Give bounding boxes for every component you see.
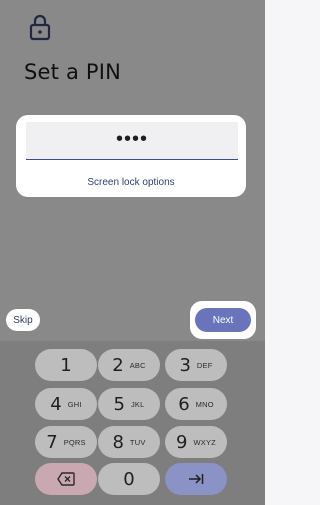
backspace-key[interactable] xyxy=(35,463,97,495)
key-4[interactable]: 4 GHI xyxy=(35,388,97,420)
key-8[interactable]: 8 TUV xyxy=(98,426,160,458)
screen-lock-options-button[interactable]: Screen lock options xyxy=(16,177,246,188)
key-letters: ABC xyxy=(129,360,146,370)
key-letters: GHI xyxy=(67,399,82,409)
key-1[interactable]: 1 xyxy=(35,349,97,381)
key-digit: 2 xyxy=(112,354,124,376)
page-title: Set a PIN xyxy=(24,60,122,84)
key-9[interactable]: 9 WXYZ xyxy=(165,426,227,458)
skip-button[interactable]: Skip xyxy=(6,309,40,331)
key-letters: DEF xyxy=(196,360,213,370)
key-5[interactable]: 5 JKL xyxy=(98,388,160,420)
pin-masked-value: •••• xyxy=(115,127,148,150)
key-digit: 5 xyxy=(113,393,125,415)
key-digit: 0 xyxy=(123,468,135,490)
next-button-highlight: Next xyxy=(190,301,256,339)
key-letters: TUV xyxy=(129,437,146,447)
key-digit: 3 xyxy=(179,354,191,376)
backspace-icon xyxy=(57,472,75,486)
key-digit: 8 xyxy=(112,431,124,453)
key-0[interactable]: 0 xyxy=(98,463,160,495)
key-6[interactable]: 6 MNO xyxy=(165,388,227,420)
key-digit: 6 xyxy=(178,393,190,415)
pin-card: •••• Screen lock options xyxy=(16,115,246,197)
next-button[interactable]: Next xyxy=(195,308,251,332)
key-digit: 7 xyxy=(46,431,58,453)
key-letters: MNO xyxy=(195,399,214,409)
key-digit: 4 xyxy=(50,393,62,415)
key-letters: JKL xyxy=(130,399,145,409)
key-letters: WXYZ xyxy=(193,437,216,447)
numeric-keypad: 1 2 ABC 3 DEF 4 GHI 5 JKL 6 MNO 7 PQRS 8… xyxy=(0,341,265,505)
key-2[interactable]: 2 ABC xyxy=(98,349,160,381)
key-letters: PQRS xyxy=(63,437,86,447)
lock-icon xyxy=(29,14,51,41)
key-digit: 1 xyxy=(60,354,72,376)
pin-input[interactable]: •••• xyxy=(26,122,238,160)
key-3[interactable]: 3 DEF xyxy=(165,349,227,381)
key-7[interactable]: 7 PQRS xyxy=(35,426,97,458)
enter-key[interactable] xyxy=(165,463,227,495)
key-digit: 9 xyxy=(176,431,188,453)
enter-icon xyxy=(189,474,204,484)
